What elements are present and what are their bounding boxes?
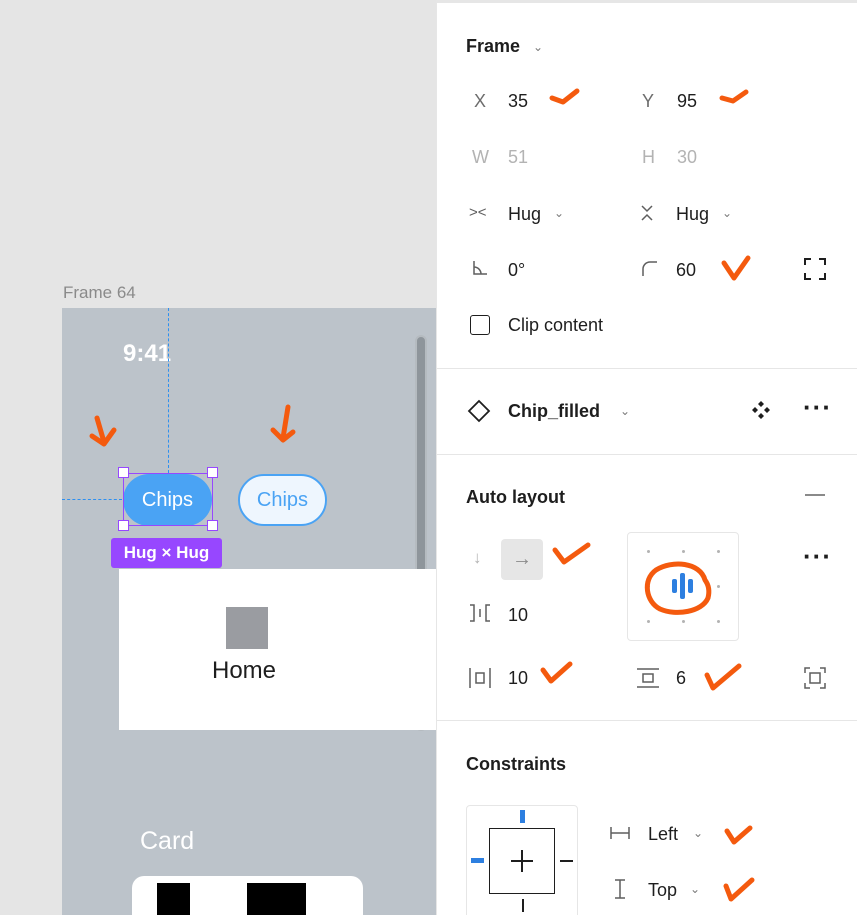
y-label: Y [642, 91, 655, 111]
horizontal-constraint-icon [610, 827, 630, 839]
properties-panel: Frame ⌄ X 35 Y 95 W 51 H 30 >< Hug ⌄ Hug… [436, 0, 857, 915]
component-name[interactable]: Chip_filled [508, 401, 600, 422]
more-options-icon[interactable]: ··· [803, 392, 832, 423]
section-divider [437, 368, 857, 369]
chevron-down-icon[interactable]: ⌄ [620, 404, 630, 418]
resize-handle-top-left[interactable] [118, 467, 129, 478]
chip-outlined-label: Chips [256, 488, 309, 511]
constraint-center-v[interactable] [521, 850, 523, 872]
selection-outline [123, 473, 213, 526]
align-dot[interactable] [717, 550, 720, 553]
align-dot[interactable] [647, 550, 650, 553]
height-resizing-icon [641, 205, 653, 221]
go-to-main-component-icon[interactable] [751, 400, 771, 420]
card-block-left [157, 883, 190, 915]
constraint-right[interactable] [560, 860, 573, 862]
independent-padding-icon[interactable] [804, 667, 826, 689]
chevron-down-icon[interactable]: ⌄ [533, 40, 543, 54]
home-placeholder-icon [226, 607, 268, 649]
align-center-icon [672, 573, 693, 599]
remove-auto-layout-icon[interactable] [805, 494, 825, 496]
constraint-top-active[interactable] [520, 810, 525, 823]
vertical-padding-icon [637, 668, 659, 688]
horizontal-constraint-select[interactable]: Left [648, 824, 678, 845]
auto-layout-title: Auto layout [466, 487, 565, 507]
constraint-left-active[interactable] [471, 858, 484, 863]
horizontal-padding-icon [469, 668, 491, 688]
align-dot[interactable] [647, 620, 650, 623]
vertical-padding-input[interactable]: 6 [676, 668, 686, 689]
section-divider [437, 454, 857, 455]
arrow-right-icon: → [512, 548, 532, 570]
x-input[interactable]: 35 [508, 91, 528, 112]
chevron-down-icon[interactable]: ⌄ [554, 206, 564, 220]
gap-input[interactable]: 10 [508, 605, 528, 626]
vertical-constraint-icon [615, 879, 625, 899]
align-dot[interactable] [682, 550, 685, 553]
constraints-title: Constraints [466, 754, 567, 774]
home-label: Home [212, 657, 277, 684]
h-input[interactable]: 30 [677, 147, 697, 168]
status-time: 9:41 [123, 340, 172, 367]
independent-corners-icon[interactable] [804, 258, 826, 280]
chip-outlined[interactable]: Chips [238, 474, 327, 526]
height-resizing-select[interactable]: Hug [676, 204, 709, 225]
chevron-down-icon[interactable]: ⌄ [690, 882, 700, 896]
align-dot[interactable] [717, 620, 720, 623]
h-label: H [642, 147, 655, 167]
width-resizing-icon: >< [469, 204, 487, 221]
component-instance-icon [467, 399, 491, 423]
chevron-down-icon[interactable]: ⌄ [722, 206, 732, 220]
chevron-down-icon[interactable]: ⌄ [693, 826, 703, 840]
frame-name-label[interactable]: Frame 64 [63, 283, 136, 303]
corner-radius-input[interactable]: 60 [676, 260, 696, 281]
clip-content-checkbox[interactable] [470, 315, 490, 335]
clip-content-label: Clip content [508, 315, 604, 335]
vertical-constraint-select[interactable]: Top [648, 880, 677, 901]
horizontal-padding-input[interactable]: 10 [508, 668, 528, 689]
align-dot[interactable] [647, 585, 650, 588]
rotation-icon [473, 261, 487, 275]
rotation-input[interactable]: 0° [508, 260, 525, 281]
direction-horizontal-button[interactable]: → [501, 539, 543, 580]
resize-handle-bottom-left[interactable] [118, 520, 129, 531]
measurement-guide-horizontal [62, 499, 122, 500]
resize-handle-bottom-right[interactable] [207, 520, 218, 531]
size-badge: Hug × Hug [111, 538, 222, 568]
card-label: Card [140, 827, 195, 855]
y-input[interactable]: 95 [677, 91, 697, 112]
frame-section-title[interactable]: Frame [466, 36, 520, 57]
direction-vertical-icon[interactable]: ↓ [473, 548, 482, 568]
auto-layout-more-icon[interactable]: ··· [803, 541, 832, 572]
width-resizing-select[interactable]: Hug [508, 204, 541, 225]
card-block-right [247, 883, 306, 915]
x-label: X [474, 91, 487, 111]
w-input[interactable]: 51 [508, 147, 528, 168]
align-dot[interactable] [682, 620, 685, 623]
design-canvas[interactable]: Frame 64 9:41 Chips Chips Hug × Hug Home… [0, 0, 436, 915]
w-label: W [472, 147, 489, 167]
gap-icon [470, 604, 490, 622]
align-dot[interactable] [717, 585, 720, 588]
panel-top-divider [437, 0, 857, 3]
section-divider [437, 720, 857, 721]
constraint-bottom[interactable] [522, 899, 524, 912]
measurement-guide-vertical [168, 308, 169, 473]
corner-radius-icon [642, 261, 657, 276]
resize-handle-top-right[interactable] [207, 467, 218, 478]
home-card[interactable] [119, 569, 436, 730]
